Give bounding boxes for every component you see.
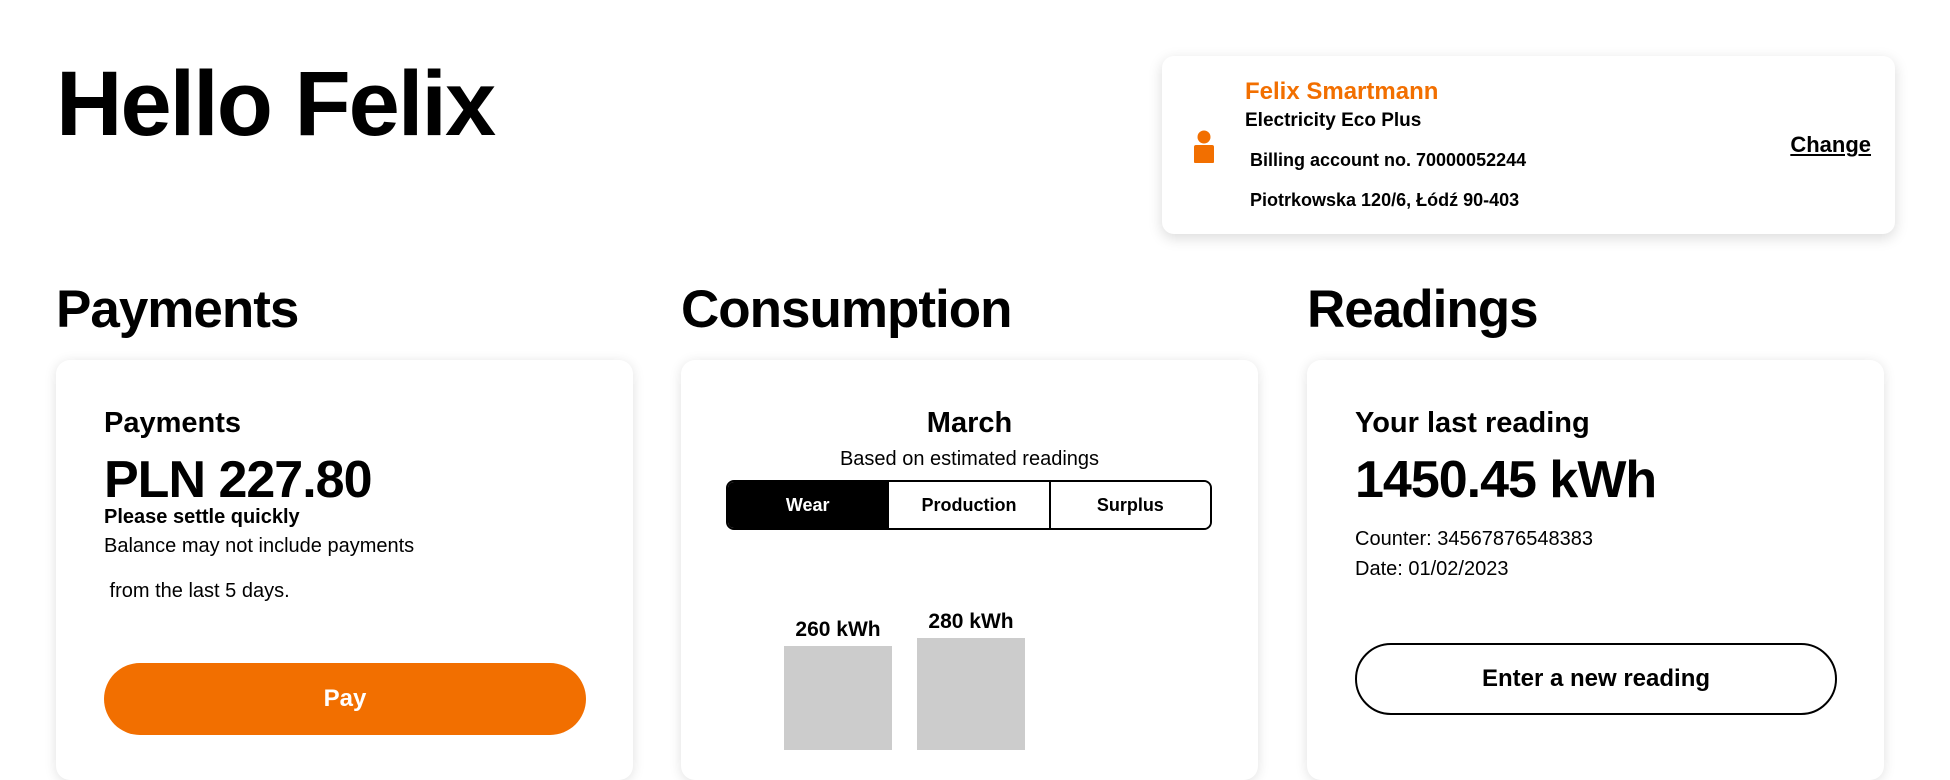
readings-card: Your last reading 1450.45 kWh Counter: 3… [1307, 360, 1884, 780]
address: Piotrkowska 120/6, Łódź 90-403 [1250, 190, 1520, 210]
greeting-heading: Hello Felix [56, 53, 496, 155]
bar-value-label: 260 kWh [795, 618, 880, 641]
last-reading-value: 1450.45 kWh [1355, 451, 1657, 509]
tariff-plan: Electricity Eco Plus [1245, 110, 1422, 131]
consumption-tabs: Wear Production Surplus [726, 480, 1212, 530]
billing-account-number: Billing account no. 70000052244 [1250, 150, 1527, 170]
payment-amount: PLN 227.80 [104, 451, 372, 509]
consumption-section-title: Consumption [681, 280, 1012, 339]
payments-section-title: Payments [56, 280, 299, 339]
reading-date: Date: 01/02/2023 [1355, 558, 1509, 580]
consumption-month: March [926, 407, 1013, 439]
change-account-link[interactable]: Change [1790, 132, 1871, 158]
consumption-card: March Based on estimated readings Wear P… [681, 360, 1258, 780]
consumption-subtitle: Based on estimated readings [839, 448, 1100, 470]
last-reading-title: Your last reading [1355, 407, 1590, 439]
consumption-chart: 260 kWh 280 kWh [784, 610, 1025, 750]
pay-button[interactable]: Pay [104, 663, 586, 735]
account-holder-name: Felix Smartmann [1245, 78, 1439, 105]
meter-counter: Counter: 34567876548383 [1355, 528, 1593, 550]
consumption-bar [784, 646, 892, 750]
payments-card: Payments PLN 227.80 Please settle quickl… [56, 360, 633, 780]
tab-wear[interactable]: Wear [728, 482, 888, 528]
tab-production[interactable]: Production [887, 482, 1049, 528]
consumption-bar [917, 638, 1025, 750]
account-card: Felix Smartmann Electricity Eco Plus Bil… [1162, 56, 1895, 234]
tab-surplus[interactable]: Surplus [1048, 482, 1210, 528]
bar-value-label: 280 kWh [928, 610, 1013, 633]
payment-warning: Please settle quickly [104, 506, 300, 528]
readings-section-title: Readings [1307, 280, 1539, 339]
person-icon [1192, 130, 1216, 164]
payments-card-title: Payments [104, 407, 242, 439]
payment-note-line1: Balance may not include payments [104, 535, 415, 557]
enter-new-reading-button[interactable]: Enter a new reading [1355, 643, 1837, 715]
payment-note-line2: from the last 5 days. [104, 580, 290, 602]
